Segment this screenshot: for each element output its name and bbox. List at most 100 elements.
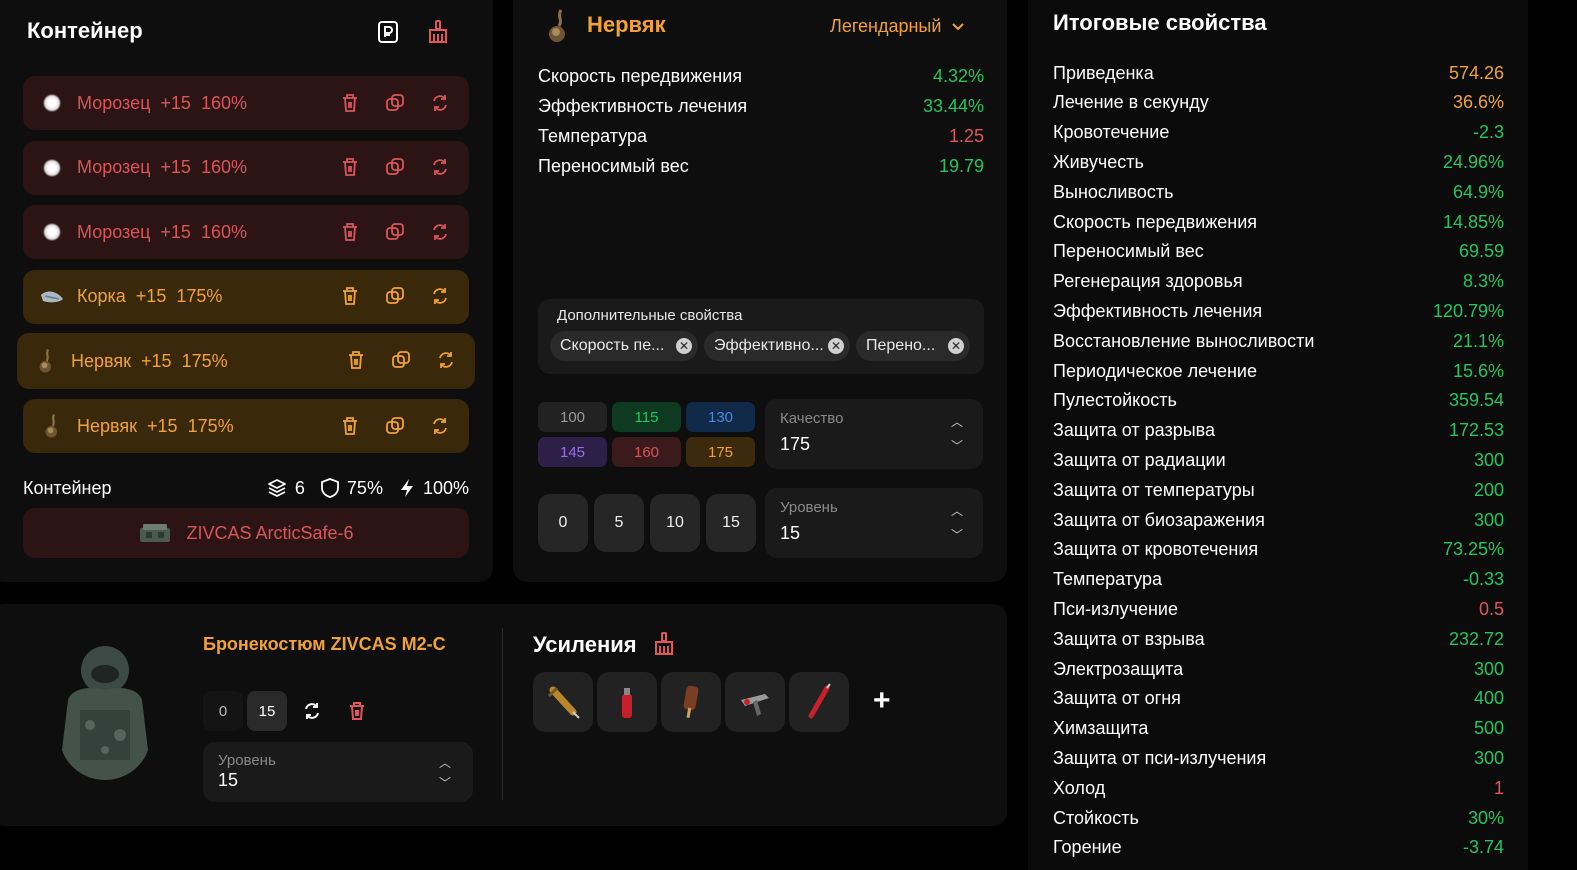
armor-level-select[interactable]: Уровень 15 ︿ ﹀ xyxy=(203,742,473,802)
artifact-row-level: +15 xyxy=(141,350,172,371)
trash-icon[interactable] xyxy=(338,414,361,437)
quality-chip-175[interactable]: 175 xyxy=(686,437,755,467)
artifact-row[interactable]: Морозец +15 160% xyxy=(23,76,469,130)
nerve-artifact-icon xyxy=(39,413,65,439)
trash-icon[interactable] xyxy=(338,156,361,179)
total-stat-row: Периодическое лечение 15.6% xyxy=(1053,358,1504,384)
total-stat-row: Живучесть 24.96% xyxy=(1053,149,1504,175)
extra-chip-speed[interactable]: Скорость пе... ✕ xyxy=(550,331,698,361)
stat-value: 30% xyxy=(1467,807,1504,828)
copy-icon[interactable] xyxy=(383,220,406,243)
remove-chip-icon[interactable]: ✕ xyxy=(828,338,844,354)
chevron-down-icon[interactable]: ﹀ xyxy=(439,774,451,791)
quality-select[interactable]: Качество 175 ︿ ﹀ xyxy=(765,399,983,469)
armor-level-value: 15 xyxy=(218,770,239,790)
refresh-icon[interactable] xyxy=(302,701,322,726)
refresh-icon[interactable] xyxy=(428,285,451,308)
chevron-down-icon[interactable]: ﹀ xyxy=(951,526,963,543)
stat-label: Защита от разрыва xyxy=(1053,420,1216,441)
stat-value: 232.72 xyxy=(1448,628,1504,649)
refresh-icon[interactable] xyxy=(428,220,451,243)
container-case-button[interactable]: ZIVCAS ArcticSafe-6 xyxy=(23,508,469,558)
trash-icon[interactable] xyxy=(348,701,366,726)
armor-panel: Бронекостюм ZIVCAS M2-C 0 15 Уровень 15 … xyxy=(0,604,1007,826)
refresh-icon[interactable] xyxy=(428,414,451,437)
trash-icon[interactable] xyxy=(338,220,361,243)
rarity-select[interactable]: Легендарный xyxy=(830,16,965,37)
total-stat-row: Скорость передвижения 14.85% xyxy=(1053,209,1504,235)
copy-icon[interactable] xyxy=(383,285,406,308)
refresh-icon[interactable] xyxy=(434,348,457,371)
armor-suit-image xyxy=(50,640,160,790)
remove-chip-icon[interactable]: ✕ xyxy=(948,338,964,354)
broom-icon[interactable] xyxy=(653,632,675,661)
quality-chip-160[interactable]: 160 xyxy=(612,437,681,467)
price-tag-icon[interactable] xyxy=(375,19,401,45)
stat-value: 172.53 xyxy=(1448,420,1504,441)
armor-upgrade-15-button[interactable]: 15 xyxy=(247,691,287,731)
stat-value: 300 xyxy=(1473,747,1504,768)
artifact-row[interactable]: Нервяк +15 175% xyxy=(17,333,475,390)
stat-label: Стойкость xyxy=(1053,807,1139,828)
armor-upgrade-0-button[interactable]: 0 xyxy=(203,691,243,731)
level-button-10[interactable]: 10 xyxy=(650,494,700,552)
total-stat-row: Защита от разрыва 172.53 xyxy=(1053,418,1504,444)
broom-icon[interactable] xyxy=(425,19,451,45)
total-stat-row: Горение -3.74 xyxy=(1053,835,1504,861)
refresh-icon[interactable] xyxy=(428,156,451,179)
boost-slot-2[interactable] xyxy=(597,672,657,732)
stat-label: Периодическое лечение xyxy=(1053,360,1257,381)
artifact-row[interactable]: Корка +15 175% xyxy=(23,269,469,324)
artifact-row-level: +15 xyxy=(160,92,191,113)
level-button-0[interactable]: 0 xyxy=(538,494,588,552)
artifact-row-name: Морозец xyxy=(77,221,151,242)
stat-label: Лечение в секунду xyxy=(1053,92,1209,113)
chevron-up-icon[interactable]: ︿ xyxy=(951,502,963,519)
copy-icon[interactable] xyxy=(389,348,412,371)
stimulator-icon xyxy=(808,683,831,719)
boost-slot-1[interactable] xyxy=(533,672,593,732)
artifact-row[interactable]: Морозец +15 160% xyxy=(23,140,469,195)
trash-icon[interactable] xyxy=(344,348,367,371)
total-stat-row: Защита от взрыва 232.72 xyxy=(1053,626,1504,652)
fire-extinguisher-icon xyxy=(622,688,632,718)
boost-slot-4[interactable] xyxy=(725,672,785,732)
artifact-row-name: Нервяк xyxy=(71,350,132,371)
quality-chip-145[interactable]: 145 xyxy=(538,437,607,467)
container-case-icon xyxy=(140,524,171,542)
artifact-property-row: Температура 1.25 xyxy=(538,126,984,147)
copy-icon[interactable] xyxy=(383,414,406,437)
add-boost-button[interactable]: + xyxy=(873,686,891,716)
level-button-15[interactable]: 15 xyxy=(706,494,756,552)
artifact-row-quality: 160% xyxy=(200,157,247,178)
stat-value: -2.3 xyxy=(1472,122,1504,143)
remove-chip-icon[interactable]: ✕ xyxy=(676,338,692,354)
injector-gun-icon xyxy=(741,694,769,716)
refresh-icon[interactable] xyxy=(428,91,451,114)
chevron-down-icon xyxy=(952,22,965,30)
quality-chip-100[interactable]: 100 xyxy=(538,402,607,432)
chevron-up-icon[interactable]: ︿ xyxy=(951,413,963,430)
trash-icon[interactable] xyxy=(338,91,361,114)
stat-value: 300 xyxy=(1473,449,1504,470)
artifact-row[interactable]: Морозец +15 160% xyxy=(23,205,469,260)
extra-chip-weight[interactable]: Перено... ✕ xyxy=(856,331,970,361)
artifact-property-row: Эффективность лечения 33.44% xyxy=(538,96,984,117)
extra-chip-healing[interactable]: Эффективно... ✕ xyxy=(704,331,850,361)
artifact-row[interactable]: Нервяк +15 175% xyxy=(23,399,469,453)
level-button-5[interactable]: 5 xyxy=(594,494,644,552)
copy-icon[interactable] xyxy=(383,156,406,179)
syringe-icon xyxy=(547,686,580,719)
chevron-up-icon[interactable]: ︿ xyxy=(439,754,451,771)
boost-slot-3[interactable] xyxy=(661,672,721,732)
boost-slot-5[interactable] xyxy=(789,672,849,732)
stat-label: Температура xyxy=(1053,569,1163,590)
quality-chip-115[interactable]: 115 xyxy=(612,402,681,432)
level-select[interactable]: Уровень 15 ︿ ﹀ xyxy=(765,488,983,558)
property-label: Скорость передвижения xyxy=(538,66,743,86)
copy-icon[interactable] xyxy=(383,91,406,114)
trash-icon[interactable] xyxy=(338,285,361,308)
chevron-down-icon[interactable]: ﹀ xyxy=(951,437,963,454)
property-label: Переносимый вес xyxy=(538,156,689,176)
quality-chip-130[interactable]: 130 xyxy=(686,402,755,432)
